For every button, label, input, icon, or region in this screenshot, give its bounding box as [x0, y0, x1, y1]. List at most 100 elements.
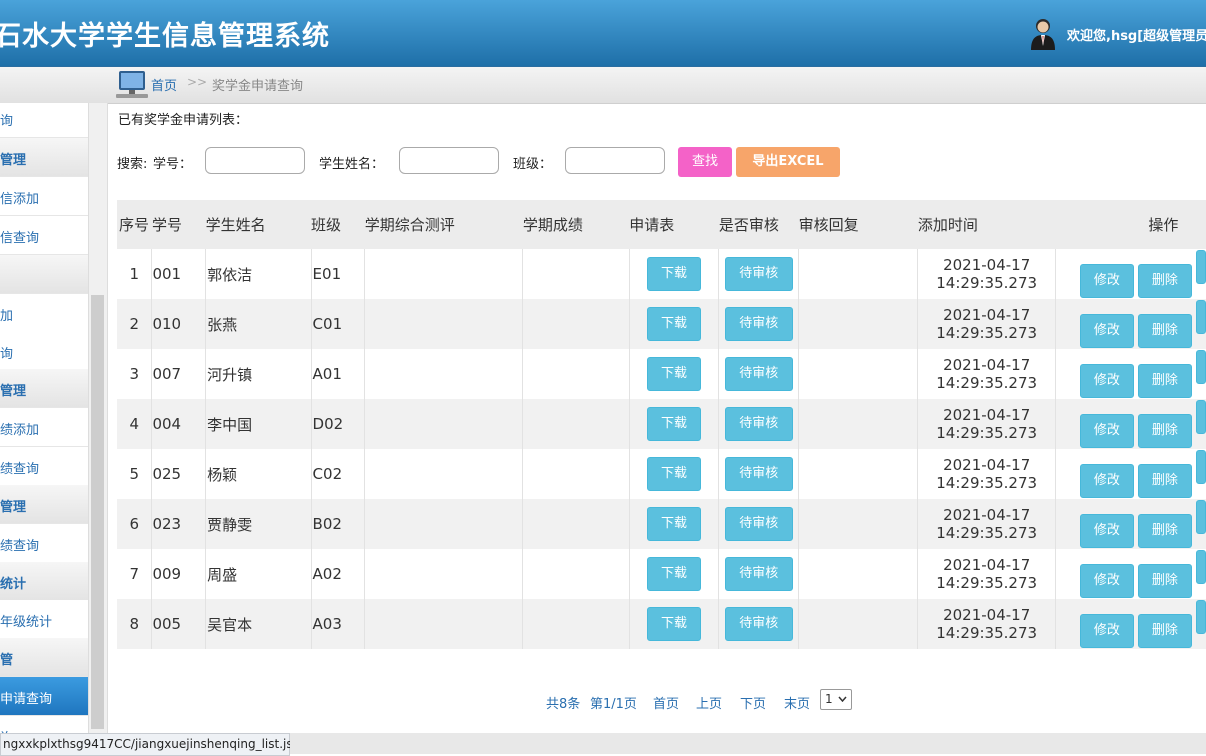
more-action-button[interactable]	[1195, 300, 1206, 334]
cell-actions: 修改 删除	[1054, 599, 1206, 649]
more-action-button[interactable]	[1195, 500, 1206, 534]
pager-next-link[interactable]: 下页	[740, 693, 766, 712]
edit-button[interactable]: 修改	[1079, 314, 1134, 348]
edit-button[interactable]: 修改	[1079, 514, 1134, 548]
cell-term-score	[522, 549, 630, 599]
sidebar-item[interactable]: 绩查询	[0, 447, 88, 486]
delete-button[interactable]: 删除	[1137, 364, 1192, 398]
pending-review-button[interactable]: 待审核	[724, 407, 793, 441]
sidebar-item[interactable]: 询	[0, 103, 88, 138]
delete-button[interactable]: 删除	[1137, 414, 1192, 448]
cell-review-reply	[798, 299, 918, 349]
download-button[interactable]: 下载	[647, 307, 702, 341]
sidebar-group-header[interactable]: 管理	[0, 369, 88, 408]
table-row: 1 001 郭依洁 E01 下载 待审核 2021-04-17 14:29:35.273 修改删…	[117, 249, 1206, 299]
column-header: 序号	[117, 200, 152, 249]
sidebar-item[interactable]: 询	[0, 332, 88, 371]
more-action-button[interactable]	[1195, 550, 1206, 584]
cell-comprehensive-eval	[364, 499, 523, 549]
sidebar-item[interactable]: 绩查询	[0, 524, 88, 563]
download-button[interactable]: 下载	[647, 357, 702, 391]
edit-button[interactable]: 修改	[1079, 364, 1134, 398]
cell-term-score	[522, 399, 630, 449]
pending-review-button[interactable]: 待审核	[724, 457, 793, 491]
sidebar-item-label: 信查询	[0, 231, 40, 246]
cell-review-status: 待审核	[718, 449, 799, 499]
edit-button[interactable]: 修改	[1079, 464, 1134, 498]
added-time: 14:29:35.273	[936, 274, 1038, 292]
class-label: 班级：	[513, 157, 553, 172]
delete-button[interactable]: 删除	[1137, 314, 1192, 348]
cell-actions: 修改 删除	[1054, 499, 1206, 549]
cell-student-no: 010	[151, 299, 206, 349]
download-button[interactable]: 下载	[647, 607, 702, 641]
pending-review-button[interactable]: 待审核	[724, 507, 793, 541]
sidebar-item-label: 询	[0, 114, 14, 129]
breadcrumb-home-link[interactable]: 首页	[151, 75, 177, 94]
pager-last-link[interactable]: 末页	[784, 693, 810, 712]
more-action-button[interactable]	[1195, 450, 1206, 484]
sidebar-item-label: 绩查询	[0, 462, 40, 477]
table-row: 5 025 杨颖 C02 下载 待审核 2021-04-17 14:29:35.273 修改 删除	[117, 449, 1206, 499]
cell-student-no: 023	[151, 499, 206, 549]
cell-index: 2	[117, 299, 152, 349]
app-header: 石水大学学生信息管理系统 欢迎您,hsg[超级管理员	[0, 0, 1206, 66]
pending-review-button[interactable]: 待审核	[724, 557, 793, 591]
download-button[interactable]: 下载	[647, 557, 702, 591]
edit-button[interactable]: 修改	[1079, 264, 1134, 298]
delete-button[interactable]: 删除	[1137, 264, 1192, 298]
edit-button[interactable]: 修改	[1079, 564, 1134, 598]
edit-button[interactable]: 修改	[1079, 614, 1134, 648]
sidebar-group-header[interactable]: 管	[0, 638, 88, 677]
more-action-button[interactable]	[1195, 350, 1206, 384]
sidebar-group-header[interactable]: 管理	[0, 485, 88, 524]
more-action-button[interactable]	[1195, 400, 1206, 434]
download-button[interactable]: 下载	[647, 507, 702, 541]
edit-button[interactable]: 修改	[1079, 414, 1134, 448]
student-no-input[interactable]	[205, 147, 305, 174]
sidebar-group-header[interactable]	[0, 255, 88, 294]
sidebar-item[interactable]: 年级统计	[0, 600, 88, 639]
breadcrumb-current: 奖学金申请查询	[212, 79, 304, 94]
sidebar-scrollbar[interactable]	[88, 103, 108, 733]
delete-button[interactable]: 删除	[1137, 564, 1192, 598]
download-button[interactable]: 下载	[647, 257, 702, 291]
pending-review-button[interactable]: 待审核	[724, 607, 793, 641]
sidebar-item[interactable]: 绩添加	[0, 408, 88, 447]
sidebar-group-header[interactable]: 统计	[0, 562, 88, 601]
pending-review-button[interactable]: 待审核	[724, 307, 793, 341]
sidebar-item[interactable]: 信查询	[0, 216, 88, 255]
sidebar-item-label: 绩查询	[0, 539, 40, 554]
sidebar-item-label: 加	[0, 309, 14, 324]
pending-review-button[interactable]: 待审核	[724, 357, 793, 391]
delete-button[interactable]: 删除	[1137, 514, 1192, 548]
sidebar-item[interactable]: 询	[0, 716, 88, 733]
student-name-input[interactable]	[399, 147, 499, 174]
sidebar-item[interactable]: 信添加	[0, 177, 88, 216]
search-label: 搜索:	[117, 157, 148, 172]
breadcrumb: 首页 >> 奖学金申请查询	[0, 66, 1206, 104]
export-excel-button[interactable]: 导出EXCEL	[736, 147, 840, 177]
class-input[interactable]	[565, 147, 665, 174]
cell-comprehensive-eval	[364, 599, 523, 649]
sidebar-item-active[interactable]: 申请查询	[0, 677, 88, 716]
cell-class: B02	[310, 499, 365, 549]
table-row: 7 009 周盛 A02 下载 待审核 2021-04-17 14:29:35.273 修改 删除	[117, 549, 1206, 599]
table-row: 8 005 吴官本 A03 下载 待审核 2021-04-17 14:29:35.273 修改删…	[117, 599, 1206, 649]
sidebar-group-header[interactable]: 管理	[0, 138, 88, 177]
pager-prev-link[interactable]: 上页	[696, 693, 722, 712]
find-button[interactable]: 查找	[678, 147, 732, 177]
sidebar-item[interactable]: 加	[0, 294, 88, 333]
delete-button[interactable]: 删除	[1137, 614, 1192, 648]
scrollbar-thumb[interactable]	[91, 295, 104, 729]
page-select[interactable]: 1	[820, 689, 852, 710]
download-button[interactable]: 下载	[647, 407, 702, 441]
pager-first-link[interactable]: 首页	[653, 693, 679, 712]
pending-review-button[interactable]: 待审核	[724, 257, 793, 291]
more-action-button[interactable]	[1195, 250, 1206, 284]
download-button[interactable]: 下载	[647, 457, 702, 491]
delete-button[interactable]: 删除	[1137, 464, 1192, 498]
added-date: 2021-04-17	[943, 406, 1031, 424]
more-action-button[interactable]	[1195, 600, 1206, 634]
added-time: 14:29:35.273	[936, 524, 1038, 542]
